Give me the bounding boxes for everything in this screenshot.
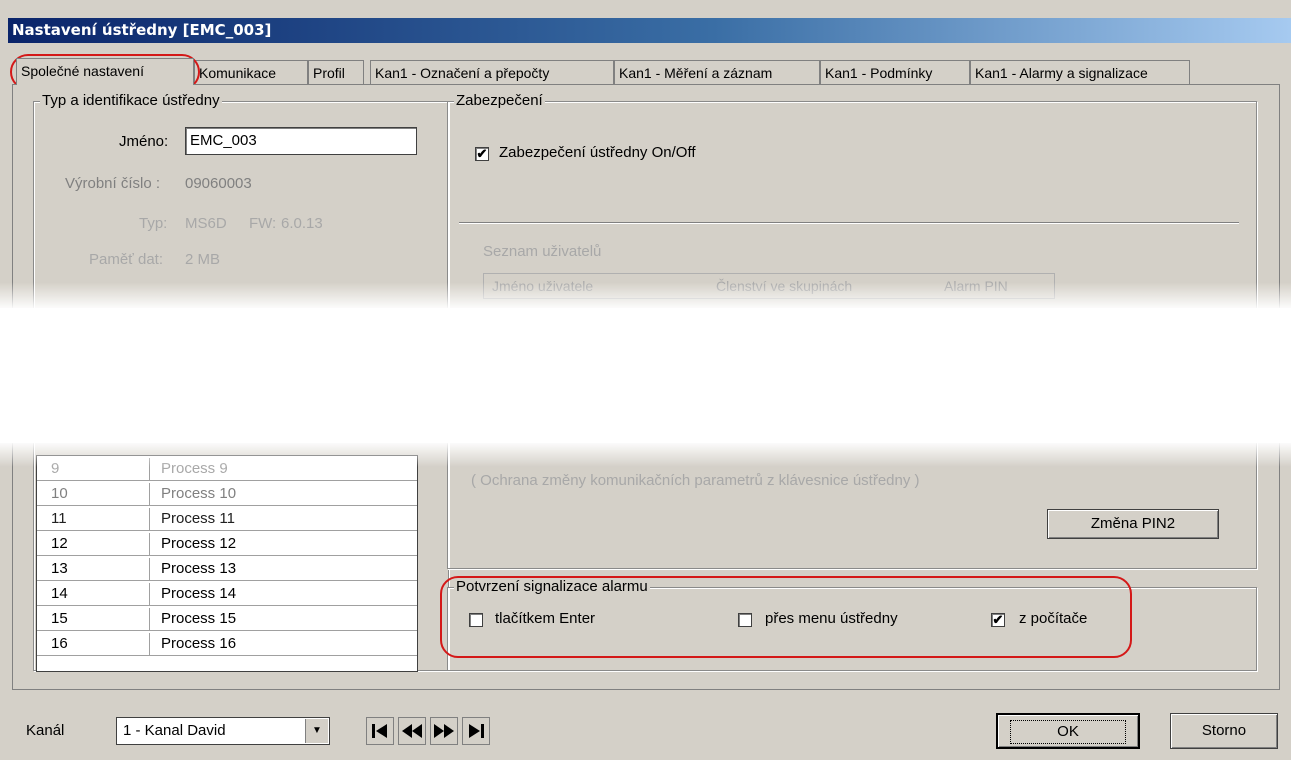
name-label: Jméno:	[119, 133, 169, 150]
change-pin2-button[interactable]: Změna PIN2	[1047, 509, 1219, 539]
memory-value: 2 MB	[185, 251, 221, 268]
fade-top	[0, 282, 1291, 310]
ok-button[interactable]: OK	[996, 713, 1140, 749]
pin2-note: ( Ochrana změny komunikačních parametrů …	[471, 472, 920, 489]
list-divider	[149, 508, 150, 530]
security-divider	[459, 222, 1239, 224]
tab-kan1-alarms[interactable]: Kan1 - Alarmy a signalizace	[970, 60, 1190, 84]
list-item[interactable]: 16 Process 16	[37, 633, 417, 656]
list-divider	[149, 558, 150, 580]
list-item[interactable]: 10 Process 10	[37, 483, 417, 506]
serial-label: Výrobní číslo :	[65, 175, 161, 192]
list-item[interactable]: 13 Process 13	[37, 558, 417, 581]
fade-bottom	[0, 441, 1291, 467]
list-divider	[149, 608, 150, 630]
process-number: 16	[51, 635, 68, 652]
list-item[interactable]: 14 Process 14	[37, 583, 417, 606]
process-number: 14	[51, 585, 68, 602]
list-item[interactable]: 15 Process 15	[37, 608, 417, 631]
prev-icon[interactable]	[398, 717, 426, 745]
process-number: 11	[51, 510, 67, 527]
process-name: Process 15	[161, 610, 237, 627]
name-input[interactable]: EMC_003	[185, 127, 417, 155]
process-number: 12	[51, 535, 68, 552]
last-icon[interactable]	[462, 717, 490, 745]
process-number: 13	[51, 560, 68, 577]
tab-kan1-labels[interactable]: Kan1 - Označení a přepočty	[370, 60, 614, 84]
fw-value: 6.0.13	[281, 215, 323, 232]
channel-label: Kanál	[26, 722, 65, 739]
first-icon[interactable]	[366, 717, 394, 745]
list-divider	[149, 533, 150, 555]
memory-label: Paměť dat:	[89, 251, 163, 268]
checkmark-icon: ✔	[476, 146, 488, 161]
process-name: Process 12	[161, 535, 237, 552]
process-name: Process 10	[161, 485, 237, 502]
settings-window: Nastavení ústředny [EMC_003] Společné na…	[0, 0, 1291, 760]
tab-kan1-conditions[interactable]: Kan1 - Podmínky	[820, 60, 970, 84]
tab-common-settings[interactable]: Společné nastavení	[16, 58, 194, 85]
security-enable-checkbox[interactable]: ✔	[475, 147, 489, 161]
ok-label: OK	[1010, 720, 1126, 744]
security-group-legend: Zabezpečení	[454, 92, 545, 109]
list-divider	[149, 483, 150, 505]
serial-value: 09060003	[185, 175, 252, 192]
type-group-legend: Typ a identifikace ústředny	[40, 92, 222, 109]
tab-communication[interactable]: Komunikace	[194, 60, 308, 84]
channel-select-value: 1 - Kanal David	[123, 722, 226, 739]
title-bar[interactable]: Nastavení ústředny [EMC_003]	[8, 18, 1291, 43]
process-name: Process 16	[161, 635, 237, 652]
list-item[interactable]: 12 Process 12	[37, 533, 417, 556]
window-title: Nastavení ústředny [EMC_003]	[12, 21, 272, 39]
tab-strip: Společné nastavení Komunikace Profil Kan…	[12, 58, 1291, 85]
combo-arrow-icon[interactable]: ▼	[305, 719, 328, 743]
highlight-oval-alarm	[440, 576, 1132, 658]
process-list[interactable]: 9 Process 9 10 Process 10 11 Process 11 12 P…	[36, 455, 418, 672]
type-label: Typ:	[139, 215, 168, 232]
tab-profile[interactable]: Profil	[308, 60, 364, 84]
tab-kan1-measure[interactable]: Kan1 - Měření a záznam	[614, 60, 820, 84]
list-item[interactable]: 11 Process 11	[37, 508, 417, 531]
type-value: MS6D	[185, 215, 227, 232]
security-enable-label: Zabezpečení ústředny On/Off	[499, 144, 696, 161]
list-divider	[149, 633, 150, 655]
cut-gap	[0, 308, 1291, 443]
cancel-button[interactable]: Storno	[1170, 713, 1278, 749]
channel-select[interactable]: 1 - Kanal David ▼	[116, 717, 330, 745]
users-list-label: Seznam uživatelů	[483, 243, 602, 260]
process-number: 15	[51, 610, 68, 627]
process-name: Process 14	[161, 585, 237, 602]
list-divider	[149, 583, 150, 605]
fw-label: FW:	[249, 215, 277, 232]
process-name: Process 13	[161, 560, 237, 577]
process-name: Process 11	[161, 510, 235, 527]
next-icon[interactable]	[430, 717, 458, 745]
process-number: 10	[51, 485, 68, 502]
